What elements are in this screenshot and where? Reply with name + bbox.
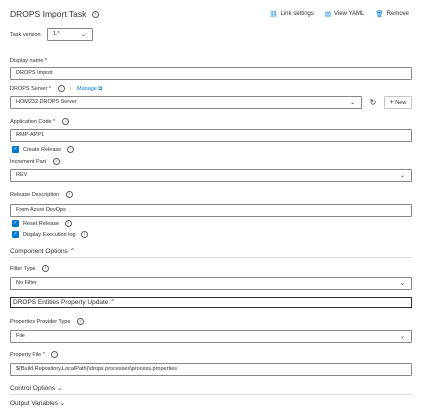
application-code-field[interactable]: RMP-APP1 [10,129,412,142]
display-name-label: Display name * [10,58,47,64]
drops-server-value: HOM232 DROPS Server [16,99,77,105]
view-yaml-icon: ▤ [324,10,332,18]
create-release-label: Create Release [23,146,62,153]
entities-property-update-section[interactable]: DROPS Entities Property Update ⌃ [10,297,412,308]
properties-provider-type-select[interactable]: File ⌄ [10,330,412,343]
reset-release-label-row: Reset Release i [23,220,72,227]
display-execution-log-checkbox[interactable]: ✓ [12,231,19,238]
chevron-up-icon: ⌃ [110,298,116,306]
display-execution-log-label: Display Execution log [23,231,76,238]
page-title: DROPS Import Task [10,9,87,19]
chevron-down-icon: ⌄ [399,280,405,287]
view-yaml-label: View YAML [334,11,365,17]
reset-release-checkbox[interactable]: ✓ [12,220,19,227]
divider [10,394,412,395]
chevron-down-icon: ⌄ [59,399,66,407]
manage-label: Manage [77,85,97,92]
chevron-down-icon: ⌄ [56,384,63,392]
remove-button[interactable]: 🗑 Remove [375,10,409,18]
plus-icon: + [389,99,394,106]
property-file-value: $(Build.Repository.LocalPath)\drops proc… [16,366,178,372]
info-icon[interactable]: i [64,220,72,227]
increment-part-value: REV [16,172,28,178]
task-version-label: Task version [10,32,41,38]
application-code-value: RMP-APP1 [16,132,45,138]
new-button[interactable]: + New [384,96,412,109]
view-yaml-button[interactable]: ▤ View YAML [325,10,365,18]
refresh-icon[interactable]: ↻ [367,96,379,109]
application-code-label-row: Application Code * i [10,118,69,125]
link-icon: ⛓ [269,10,278,18]
task-version-value: 1.* [53,31,60,37]
display-execution-log-label-row: Display Execution log i [23,231,89,238]
chevron-down-icon: ⌄ [399,333,405,340]
release-description-field[interactable]: From Azure DevOps [10,204,412,217]
release-description-label-row: Release Description i [10,191,73,198]
header-actions: ⛓ Link settings ▤ View YAML 🗑 Remove [269,10,409,18]
info-icon[interactable]: i [91,11,99,19]
info-icon[interactable]: i [66,146,74,153]
divider [10,257,412,258]
properties-provider-type-label-row: Properties Provider Type i [10,318,84,325]
filter-type-label: Filter Type [10,265,36,272]
info-icon[interactable]: i [81,231,89,238]
control-options-label: Control Options [10,385,56,392]
filter-type-select[interactable]: No Filter ⌄ [10,277,412,290]
separator: | [70,85,72,92]
task-title-row: DROPS Import Task i [10,9,99,19]
application-code-label: Application Code * [10,118,56,125]
chevron-up-icon: ⌃ [69,247,76,255]
link-settings-label: Link settings [280,11,314,17]
info-icon[interactable]: i [51,351,59,358]
drops-server-select[interactable]: HOM232 DROPS Server ⌄ [10,96,362,109]
info-icon[interactable]: i [61,118,69,125]
task-version-select[interactable]: 1.* ⌄ [47,28,93,41]
component-options-section[interactable]: Component Options ⌃ [10,247,75,255]
display-name-value: DROPS Import [16,70,53,76]
output-variables-section[interactable]: Output Variables ⌄ [10,399,65,407]
remove-label: Remove [386,11,409,17]
filter-type-label-row: Filter Type i [10,265,50,272]
property-file-label-row: Property File * i [10,351,59,358]
info-icon[interactable]: i [57,85,65,92]
info-icon[interactable]: i [52,158,60,165]
chevron-down-icon: ⌄ [349,99,355,106]
external-link-icon: ⧉ [98,85,103,92]
reset-release-label: Reset Release [23,220,60,227]
manage-link[interactable]: Manage ⧉ [77,86,102,92]
release-description-value: From Azure DevOps [16,207,66,213]
trash-icon: 🗑 [375,10,384,18]
component-options-label: Component Options [10,248,68,255]
property-file-label: Property File * [10,351,45,358]
properties-provider-type-value: File [16,333,25,339]
filter-type-value: No Filter [16,280,37,286]
chevron-down-icon: ⌄ [80,31,86,38]
new-label: New [395,100,407,106]
display-name-field[interactable]: DROPS Import [10,67,412,80]
property-file-field[interactable]: $(Build.Repository.LocalPath)\drops proc… [10,363,412,376]
increment-part-label-row: Increment Part i [10,158,60,165]
info-icon[interactable]: i [65,191,73,198]
increment-part-label: Increment Part [10,158,47,165]
release-description-label: Release Description [10,191,60,198]
control-options-section[interactable]: Control Options ⌄ [10,384,62,392]
properties-provider-type-label: Properties Provider Type [10,318,71,325]
increment-part-select[interactable]: REV ⌄ [10,169,412,182]
drops-server-label-row: DROPS Server * i | Manage ⧉ [10,85,102,93]
link-settings-button[interactable]: ⛓ Link settings [269,10,314,18]
chevron-down-icon: ⌄ [399,172,405,179]
create-release-label-row: Create Release i [23,146,74,153]
info-icon[interactable]: i [76,318,84,325]
drops-server-label: DROPS Server * [10,85,51,92]
info-icon[interactable]: i [42,265,50,272]
entities-property-update-label: DROPS Entities Property Update [13,299,109,306]
create-release-checkbox[interactable]: ✓ [12,146,19,153]
output-variables-label: Output Variables [10,400,58,407]
